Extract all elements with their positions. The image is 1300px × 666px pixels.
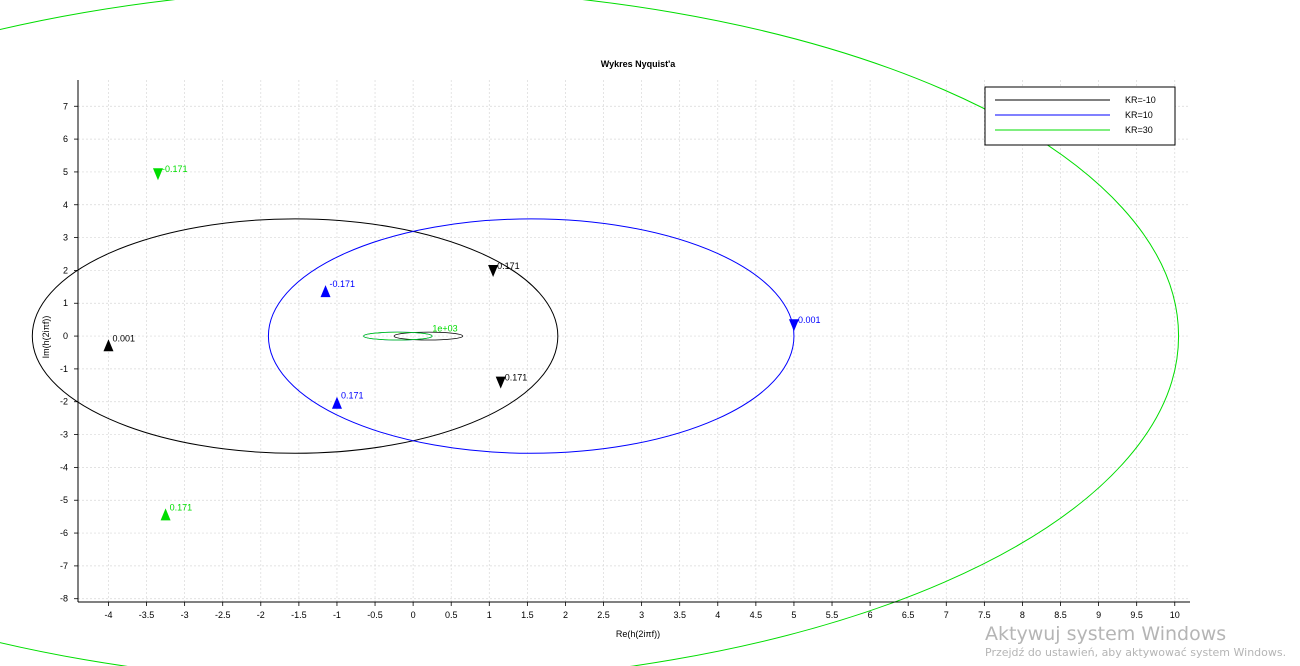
y-tick-label: -5 [60,495,68,505]
legend: KR=-10 KR=10 KR=30 [984,86,1176,146]
x-tick-label: 3 [639,610,644,620]
watermark-subtitle: Przejdź do ustawień, aby aktywować syste… [985,646,1287,659]
x-tick-label: 0 [411,610,416,620]
x-tick-label: 1.5 [521,610,534,620]
legend-label-3: KR=30 [1125,125,1153,135]
x-tick-label: 7 [944,610,949,620]
x-axis-label: Re(h(2iπf)) [616,629,660,639]
x-tick-label: -3.5 [139,610,155,620]
x-tick-label: 7.5 [978,610,991,620]
x-tick-label: -4 [104,610,112,620]
y-tick-label: -7 [60,561,68,571]
x-tick-label: 2.5 [597,610,610,620]
x-tick-label: -0.5 [367,610,383,620]
y-tick-label: 0 [63,331,68,341]
x-tick-label: 2 [563,610,568,620]
y-tick-label: -8 [60,594,68,604]
y-tick-label: -2 [60,397,68,407]
x-tick-label: -1.5 [291,610,307,620]
legend-label-1: KR=-10 [1125,95,1156,105]
x-tick-label: 6 [868,610,873,620]
y-axis-label: Im(h(2iπf)) [41,316,51,359]
series-3-freq-label: 1e+03 [432,323,457,333]
series-1-freq-label: 0.171 [505,373,528,383]
chart-title: Wykres Nyquist'a [601,59,676,69]
y-tick-label: -3 [60,430,68,440]
series-1-freq-label: 0.171 [497,261,520,271]
series-2-freq-label: -0.171 [330,279,356,289]
y-tick-label: -6 [60,528,68,538]
y-tick-label: 2 [63,265,68,275]
series-1-freq-label: 0.001 [112,333,135,343]
windows-activation-watermark: Aktywuj system Windows Przejdź do ustawi… [985,623,1286,660]
y-tick-label: -1 [60,364,68,374]
x-tick-label: 4 [715,610,720,620]
nyquist-chart: 0.001 0.171 0.171 0.001 -0.171 0.171 -0.171 0.1… [0,0,1300,666]
x-tick-label: 6.5 [902,610,915,620]
x-tick-label: 8.5 [1054,610,1067,620]
series-3-freq-label: 0.171 [170,502,193,512]
y-tick-label: 3 [63,233,68,243]
series-3-freq-label: -0.171 [162,164,188,174]
x-tick-label: 5.5 [826,610,839,620]
x-tick-label: -2.5 [215,610,231,620]
x-tick-label: 9 [1096,610,1101,620]
y-tick-label: 4 [63,200,68,210]
legend-label-2: KR=10 [1125,110,1153,120]
watermark-title: Aktywuj system Windows [985,623,1227,645]
y-tick-label: 6 [63,134,68,144]
x-tick-label: 8 [1020,610,1025,620]
x-tick-label: -1 [333,610,341,620]
series-2-freq-label: 0.001 [798,315,821,325]
y-tick-label: -4 [60,462,68,472]
x-tick-label: -3 [181,610,189,620]
x-tick-label: 0.5 [445,610,458,620]
x-tick-label: 1 [487,610,492,620]
x-tick-label: -2 [257,610,265,620]
x-tick-label: 3.5 [673,610,686,620]
x-tick-label: 4.5 [750,610,763,620]
series-2-freq-label: 0.171 [341,391,364,401]
x-tick-label: 10 [1170,610,1180,620]
y-tick-label: 5 [63,167,68,177]
x-tick-label: 5 [791,610,796,620]
y-tick-label: 1 [63,298,68,308]
x-tick-label: 9.5 [1130,610,1143,620]
y-tick-label: 7 [63,101,68,111]
